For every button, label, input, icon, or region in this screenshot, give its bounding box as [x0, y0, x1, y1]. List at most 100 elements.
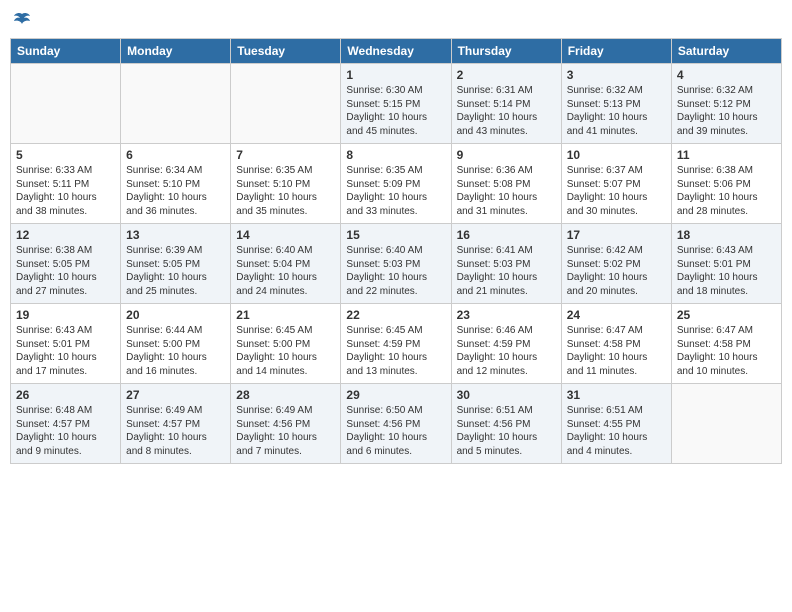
weekday-header-thursday: Thursday: [451, 39, 561, 64]
day-number: 3: [567, 68, 666, 82]
day-info: Sunrise: 6:32 AM Sunset: 5:12 PM Dayligh…: [677, 84, 776, 138]
day-number: 31: [567, 388, 666, 402]
weekday-header-monday: Monday: [121, 39, 231, 64]
day-number: 16: [457, 228, 556, 242]
calendar-week-row: 5Sunrise: 6:33 AM Sunset: 5:11 PM Daylig…: [11, 144, 782, 224]
day-info: Sunrise: 6:45 AM Sunset: 5:00 PM Dayligh…: [236, 324, 335, 378]
calendar-cell: 11 Sunrise: 6:38 AM Sunset: 5:06 PM Dayli…: [671, 144, 781, 224]
day-number: 28: [236, 388, 335, 402]
page-header: [10, 10, 782, 30]
day-number: 1: [346, 68, 445, 82]
day-number: 21: [236, 308, 335, 322]
calendar-cell: [671, 384, 781, 464]
day-info: Sunrise: 6:49 AM Sunset: 4:56 PM Dayligh…: [236, 404, 335, 458]
weekday-header-sunday: Sunday: [11, 39, 121, 64]
day-info: Sunrise: 6:40 AM Sunset: 5:04 PM Dayligh…: [236, 244, 335, 298]
day-number: 17: [567, 228, 666, 242]
calendar-cell: 5Sunrise: 6:33 AM Sunset: 5:11 PM Daylig…: [11, 144, 121, 224]
day-number: 23: [457, 308, 556, 322]
day-number: 30: [457, 388, 556, 402]
calendar-cell: 1 Sunrise: 6:30 AM Sunset: 5:15 PM Daylig…: [341, 64, 451, 144]
calendar-week-row: 1 Sunrise: 6:30 AM Sunset: 5:15 PM Daylig…: [11, 64, 782, 144]
calendar-cell: 16 Sunrise: 6:41 AM Sunset: 5:03 PM Dayli…: [451, 224, 561, 304]
day-info: Sunrise: 6:35 AM Sunset: 5:10 PM Dayligh…: [236, 164, 335, 218]
calendar-cell: 24 Sunrise: 6:47 AM Sunset: 4:58 PM Dayli…: [561, 304, 671, 384]
day-number: 29: [346, 388, 445, 402]
calendar-cell: 28 Sunrise: 6:49 AM Sunset: 4:56 PM Dayli…: [231, 384, 341, 464]
calendar-cell: 29 Sunrise: 6:50 AM Sunset: 4:56 PM Dayli…: [341, 384, 451, 464]
day-info: Sunrise: 6:39 AM Sunset: 5:05 PM Dayligh…: [126, 244, 225, 298]
day-info: Sunrise: 6:44 AM Sunset: 5:00 PM Dayligh…: [126, 324, 225, 378]
calendar-cell: 22 Sunrise: 6:45 AM Sunset: 4:59 PM Dayli…: [341, 304, 451, 384]
calendar-cell: [231, 64, 341, 144]
calendar-cell: 9 Sunrise: 6:36 AM Sunset: 5:08 PM Daylig…: [451, 144, 561, 224]
day-info: Sunrise: 6:38 AM Sunset: 5:06 PM Dayligh…: [677, 164, 776, 218]
calendar-cell: 19 Sunrise: 6:43 AM Sunset: 5:01 PM Dayli…: [11, 304, 121, 384]
calendar-cell: 8 Sunrise: 6:35 AM Sunset: 5:09 PM Daylig…: [341, 144, 451, 224]
day-info: Sunrise: 6:30 AM Sunset: 5:15 PM Dayligh…: [346, 84, 445, 138]
calendar-cell: 27 Sunrise: 6:49 AM Sunset: 4:57 PM Dayli…: [121, 384, 231, 464]
day-info: Sunrise: 6:47 AM Sunset: 4:58 PM Dayligh…: [567, 324, 666, 378]
day-number: 9: [457, 148, 556, 162]
calendar-cell: 12 Sunrise: 6:38 AM Sunset: 5:05 PM Dayli…: [11, 224, 121, 304]
calendar-cell: 21 Sunrise: 6:45 AM Sunset: 5:00 PM Dayli…: [231, 304, 341, 384]
calendar-cell: 2 Sunrise: 6:31 AM Sunset: 5:14 PM Daylig…: [451, 64, 561, 144]
day-number: 18: [677, 228, 776, 242]
day-info: Sunrise: 6:38 AM Sunset: 5:05 PM Dayligh…: [16, 244, 115, 298]
day-info: Sunrise: 6:42 AM Sunset: 5:02 PM Dayligh…: [567, 244, 666, 298]
day-info: Sunrise: 6:46 AM Sunset: 4:59 PM Dayligh…: [457, 324, 556, 378]
day-info: Sunrise: 6:32 AM Sunset: 5:13 PM Dayligh…: [567, 84, 666, 138]
day-number: 14: [236, 228, 335, 242]
day-info: Sunrise: 6:51 AM Sunset: 4:56 PM Dayligh…: [457, 404, 556, 458]
weekday-header-tuesday: Tuesday: [231, 39, 341, 64]
day-number: 6: [126, 148, 225, 162]
day-info: Sunrise: 6:31 AM Sunset: 5:14 PM Dayligh…: [457, 84, 556, 138]
day-info: Sunrise: 6:50 AM Sunset: 4:56 PM Dayligh…: [346, 404, 445, 458]
calendar-week-row: 12 Sunrise: 6:38 AM Sunset: 5:05 PM Dayli…: [11, 224, 782, 304]
day-info: Sunrise: 6:49 AM Sunset: 4:57 PM Dayligh…: [126, 404, 225, 458]
weekday-header-row: SundayMondayTuesdayWednesdayThursdayFrid…: [11, 39, 782, 64]
weekday-header-saturday: Saturday: [671, 39, 781, 64]
day-info: Sunrise: 6:48 AM Sunset: 4:57 PM Dayligh…: [16, 404, 115, 458]
day-info: Sunrise: 6:43 AM Sunset: 5:01 PM Dayligh…: [16, 324, 115, 378]
day-info: Sunrise: 6:35 AM Sunset: 5:09 PM Dayligh…: [346, 164, 445, 218]
day-info: Sunrise: 6:37 AM Sunset: 5:07 PM Dayligh…: [567, 164, 666, 218]
day-info: Sunrise: 6:47 AM Sunset: 4:58 PM Dayligh…: [677, 324, 776, 378]
day-number: 27: [126, 388, 225, 402]
calendar-week-row: 26 Sunrise: 6:48 AM Sunset: 4:57 PM Dayli…: [11, 384, 782, 464]
day-number: 26: [16, 388, 115, 402]
day-number: 25: [677, 308, 776, 322]
day-number: 7: [236, 148, 335, 162]
day-number: 19: [16, 308, 115, 322]
calendar-cell: 31 Sunrise: 6:51 AM Sunset: 4:55 PM Dayli…: [561, 384, 671, 464]
day-number: 15: [346, 228, 445, 242]
calendar-cell: 4 Sunrise: 6:32 AM Sunset: 5:12 PM Daylig…: [671, 64, 781, 144]
calendar-week-row: 19 Sunrise: 6:43 AM Sunset: 5:01 PM Dayli…: [11, 304, 782, 384]
day-number: 8: [346, 148, 445, 162]
day-number: 12: [16, 228, 115, 242]
day-info: Sunrise: 6:45 AM Sunset: 4:59 PM Dayligh…: [346, 324, 445, 378]
calendar-cell: [121, 64, 231, 144]
day-info: Sunrise: 6:36 AM Sunset: 5:08 PM Dayligh…: [457, 164, 556, 218]
day-number: 22: [346, 308, 445, 322]
calendar-cell: 20 Sunrise: 6:44 AM Sunset: 5:00 PM Dayli…: [121, 304, 231, 384]
calendar-cell: 14 Sunrise: 6:40 AM Sunset: 5:04 PM Dayli…: [231, 224, 341, 304]
day-number: 24: [567, 308, 666, 322]
calendar-cell: 25 Sunrise: 6:47 AM Sunset: 4:58 PM Dayli…: [671, 304, 781, 384]
calendar-cell: 26 Sunrise: 6:48 AM Sunset: 4:57 PM Dayli…: [11, 384, 121, 464]
calendar-cell: 13Sunrise: 6:39 AM Sunset: 5:05 PM Dayli…: [121, 224, 231, 304]
day-number: 20: [126, 308, 225, 322]
day-info: Sunrise: 6:34 AM Sunset: 5:10 PM Dayligh…: [126, 164, 225, 218]
calendar-cell: 30 Sunrise: 6:51 AM Sunset: 4:56 PM Dayli…: [451, 384, 561, 464]
day-number: 5: [16, 148, 115, 162]
day-number: 2: [457, 68, 556, 82]
calendar-cell: 23 Sunrise: 6:46 AM Sunset: 4:59 PM Dayli…: [451, 304, 561, 384]
day-info: Sunrise: 6:41 AM Sunset: 5:03 PM Dayligh…: [457, 244, 556, 298]
day-info: Sunrise: 6:51 AM Sunset: 4:55 PM Dayligh…: [567, 404, 666, 458]
calendar-cell: 3 Sunrise: 6:32 AM Sunset: 5:13 PM Daylig…: [561, 64, 671, 144]
day-number: 11: [677, 148, 776, 162]
calendar-cell: 10Sunrise: 6:37 AM Sunset: 5:07 PM Dayli…: [561, 144, 671, 224]
logo: [10, 10, 32, 30]
weekday-header-friday: Friday: [561, 39, 671, 64]
day-number: 4: [677, 68, 776, 82]
